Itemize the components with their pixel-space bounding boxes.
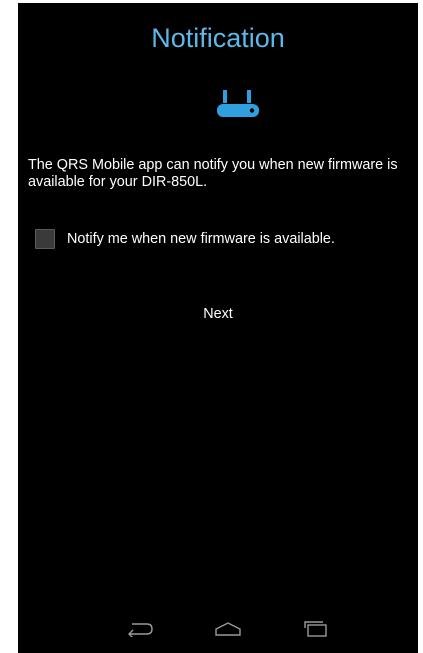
app-screen: Notification The QRS Mobile app can noti… xyxy=(18,3,418,653)
next-button[interactable]: Next xyxy=(178,299,258,329)
notify-checkbox-row[interactable]: Notify me when new firmware is available… xyxy=(35,228,335,250)
home-icon xyxy=(215,622,241,636)
router-icon xyxy=(217,90,259,117)
recent-apps-icon xyxy=(304,621,327,637)
back-button[interactable] xyxy=(118,615,162,643)
navigation-bar xyxy=(18,605,418,653)
home-button[interactable] xyxy=(206,615,250,643)
page-title: Notification xyxy=(151,23,285,53)
notify-checkbox[interactable] xyxy=(35,229,55,249)
recent-apps-button[interactable] xyxy=(294,615,338,643)
description-text: The QRS Mobile app can notify you when n… xyxy=(28,157,398,190)
notify-checkbox-label[interactable]: Notify me when new firmware is available… xyxy=(67,231,335,247)
back-icon xyxy=(128,623,153,637)
